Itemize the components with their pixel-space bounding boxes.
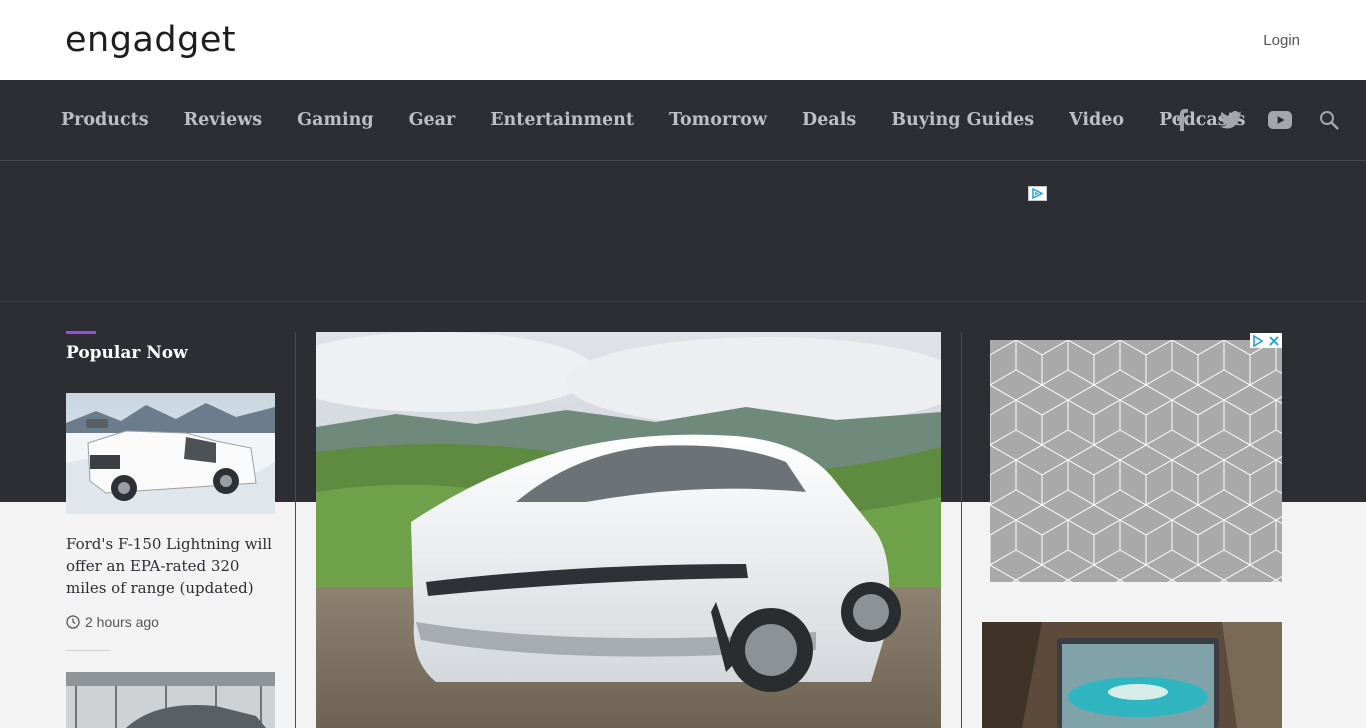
ad-close-icon[interactable] [1266,333,1282,348]
popular-card-time-text: 2 hours ago [85,614,159,630]
ad-info-icon[interactable] [1250,333,1266,348]
sidebar-card-image[interactable] [982,622,1282,728]
popular-now-heading: Popular Now [66,343,188,363]
nav-item-gaming[interactable]: Gaming [297,110,373,130]
popular-card-time: 2 hours ago [66,613,159,631]
login-link[interactable]: Login [1263,31,1300,51]
site-logo[interactable]: engadget [65,20,236,60]
nav-item-deals[interactable]: Deals [802,110,856,130]
popular-card-image[interactable] [66,393,275,514]
nav-item-video[interactable]: Video [1069,110,1124,130]
social-icons [1146,80,1342,160]
clock-icon [66,615,80,629]
top-header: engadget Login [0,0,1366,80]
search-icon[interactable] [1316,107,1342,133]
sidebar-ad[interactable] [990,340,1282,582]
nav-items: Products Reviews Gaming Gear Entertainme… [61,80,1281,160]
card-separator [66,650,110,651]
twitter-icon[interactable] [1218,107,1244,133]
nav-item-entertainment[interactable]: Entertainment [490,110,634,130]
section-accent-bar [66,331,96,334]
popular-card-image[interactable] [66,672,275,728]
column-divider [295,332,296,728]
youtube-icon[interactable] [1267,107,1293,133]
nav-item-tomorrow[interactable]: Tomorrow [669,110,767,130]
ad-choices-icon[interactable] [1028,186,1047,201]
facebook-icon[interactable] [1169,107,1195,133]
ad-badge [1250,333,1282,348]
nav-item-reviews[interactable]: Reviews [184,110,263,130]
nav-item-gear[interactable]: Gear [409,110,456,130]
main-nav: Products Reviews Gaming Gear Entertainme… [0,80,1366,161]
nav-item-products[interactable]: Products [61,110,149,130]
hero-image[interactable] [316,332,941,728]
top-ad-band [0,161,1366,302]
nav-item-buying-guides[interactable]: Buying Guides [891,110,1034,130]
popular-card-title[interactable]: Ford's F-150 Lightning will offer an EPA… [66,533,280,599]
column-divider [961,332,962,728]
